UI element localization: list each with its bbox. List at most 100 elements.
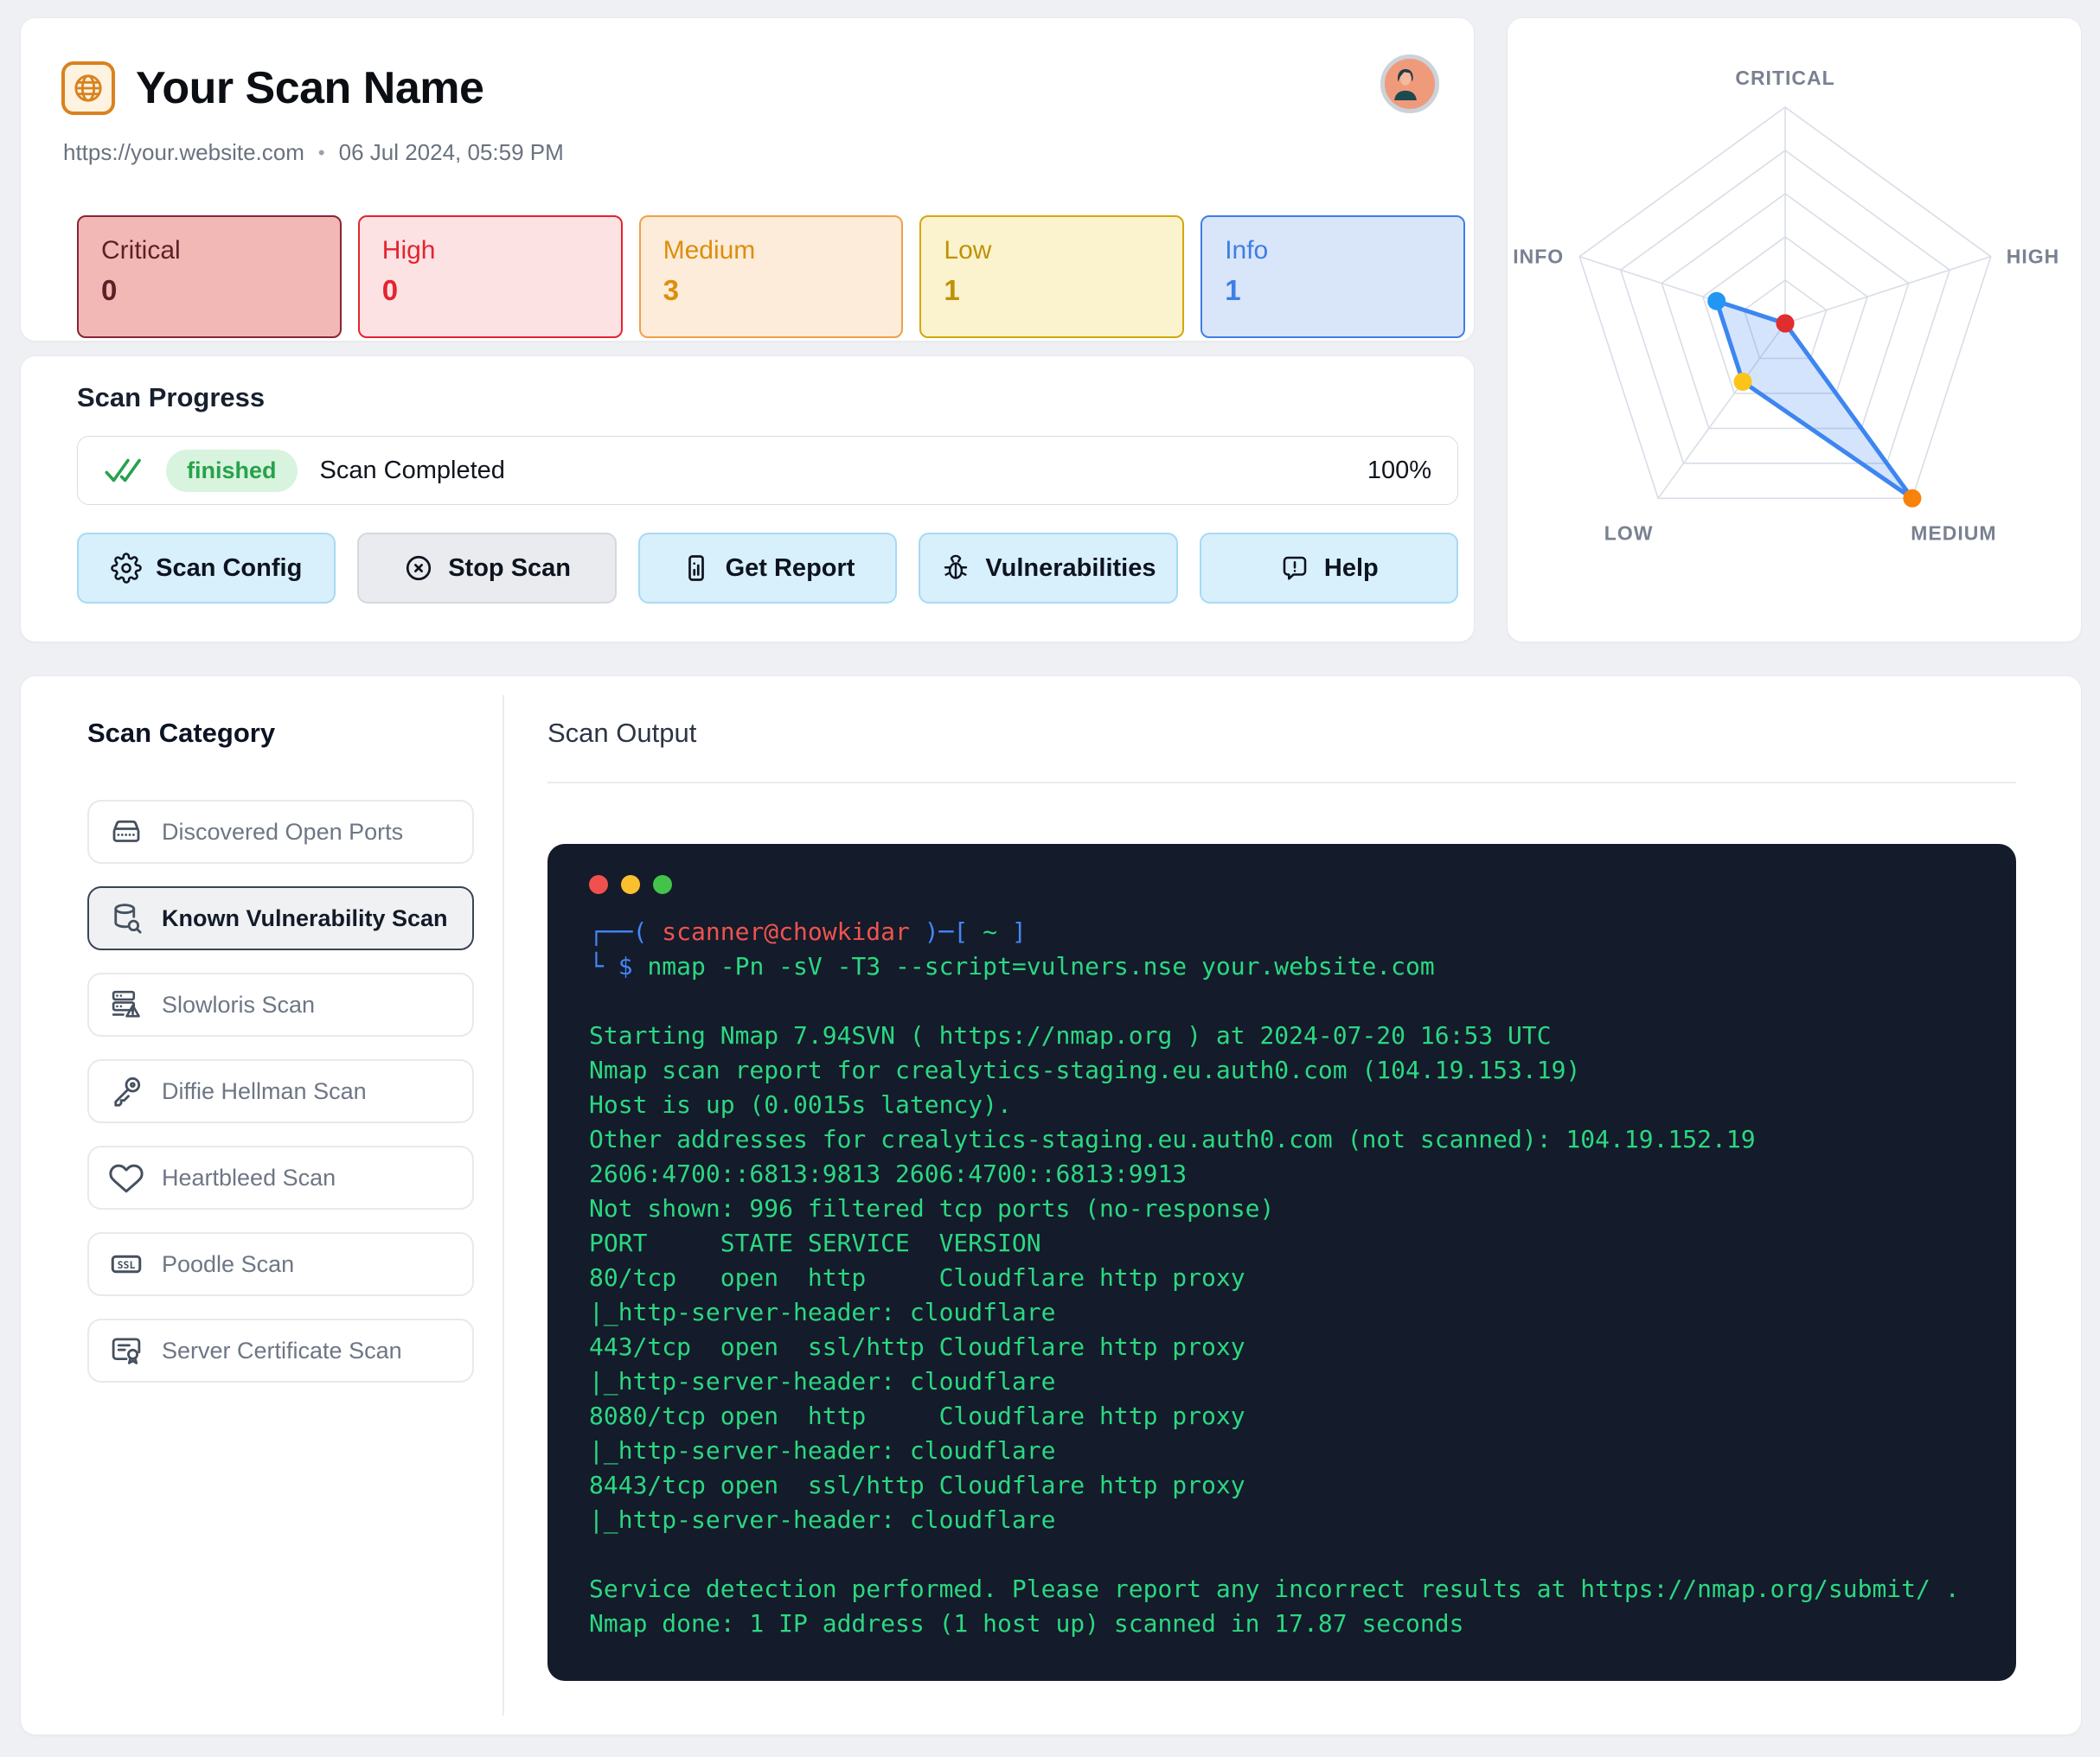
category-item-poodle-scan[interactable]: SSL Poodle Scan: [87, 1232, 474, 1296]
terminal-maximize-icon[interactable]: [653, 875, 672, 894]
severity-card-info: Info 1: [1200, 215, 1465, 338]
category-item-discovered-open-ports[interactable]: Discovered Open Ports: [87, 800, 474, 864]
key-icon: [108, 1073, 144, 1109]
terminal-line: 8443/tcp open ssl/http Cloudflare http p…: [589, 1471, 1245, 1499]
terminal-line: |_http-server-header: cloudflare: [589, 1436, 1056, 1465]
button-label: Get Report: [725, 553, 855, 582]
terminal-line: |_http-server-header: cloudflare: [589, 1505, 1056, 1534]
category-label: Heartbleed Scan: [162, 1164, 336, 1191]
vertical-divider: [503, 695, 504, 1715]
button-label: Help: [1323, 553, 1379, 582]
page: { "header": { "title": "Your Scan Name",…: [0, 0, 2100, 1757]
severity-count: 1: [944, 274, 960, 306]
severity-radar-chart: CRITICAL HIGH MEDIUM LOW INFO: [1513, 67, 2060, 544]
category-label: Known Vulnerability Scan: [162, 904, 448, 931]
radar-data-polygon: [1714, 298, 1915, 501]
scan-output-heading: Scan Output: [547, 718, 697, 748]
get-report-button[interactable]: Get Report: [637, 533, 898, 604]
output-divider: [547, 782, 2016, 783]
progress-percent: 100%: [1367, 456, 1431, 484]
radar-axis-line: [1784, 255, 1992, 324]
radar-point-critical: [1776, 314, 1795, 333]
category-item-heartbleed-scan[interactable]: Heartbleed Scan: [87, 1146, 474, 1210]
vulnerabilities-button[interactable]: Vulnerabilities: [919, 533, 1178, 604]
status-text: Scan Completed: [319, 456, 505, 484]
terminal-line: Not shown: 996 filtered tcp ports (no-re…: [589, 1194, 1275, 1223]
progress-status-row: finished Scan Completed 100%: [77, 436, 1458, 505]
severity-label: Critical: [101, 236, 181, 265]
severity-label: High: [381, 236, 436, 265]
terminal-minimize-icon[interactable]: [621, 875, 640, 894]
terminal-traffic-lights: [589, 875, 1975, 894]
report-icon: [681, 553, 712, 584]
scan-category-list: Discovered Open Ports Known Vulnerability…: [87, 800, 474, 1383]
terminal-prompt-line: └ $ nmap -Pn -sV -T3 --script=vulners.ns…: [589, 952, 1435, 981]
double-check-icon: [104, 456, 144, 485]
button-label: Scan Config: [156, 553, 303, 582]
scan-category-heading: Scan Category: [87, 718, 276, 748]
terminal-close-icon[interactable]: [589, 875, 608, 894]
scan-config-button[interactable]: Scan Config: [77, 533, 336, 604]
scan-progress-card: Scan Progress finished Scan Completed 10…: [20, 355, 1475, 642]
help-icon: [1279, 553, 1310, 584]
radar-point-medium: [1903, 489, 1922, 508]
radar-axis-label-low: LOW: [1604, 521, 1654, 544]
user-avatar[interactable]: [1380, 54, 1439, 113]
progress-heading: Scan Progress: [77, 382, 266, 412]
category-item-known-vulnerability-scan[interactable]: Known Vulnerability Scan: [87, 886, 474, 950]
terminal-line: |_http-server-header: cloudflare: [589, 1298, 1056, 1326]
radar-point-low: [1733, 372, 1752, 391]
button-label: Stop Scan: [448, 553, 572, 582]
category-label: Diffie Hellman Scan: [162, 1077, 367, 1104]
terminal-line: |_http-server-header: cloudflare: [589, 1367, 1056, 1396]
category-item-slowloris-scan[interactable]: Slowloris Scan: [87, 973, 474, 1037]
terminal-line: Nmap scan report for crealytics-staging.…: [589, 1056, 1581, 1084]
radar-axis-label-info: INFO: [1513, 246, 1564, 268]
button-label: Vulnerabilities: [985, 553, 1156, 582]
severity-card-critical: Critical 0: [77, 215, 342, 338]
terminal-line: Starting Nmap 7.94SVN ( https://nmap.org…: [589, 1021, 1552, 1050]
terminal-line: 443/tcp open ssl/http Cloudflare http pr…: [589, 1332, 1245, 1361]
terminal-prompt-line: ┌──( scanner@chowkidar )─[ ~ ]: [589, 917, 1027, 946]
status-badge: finished: [166, 449, 298, 492]
severity-count: 0: [381, 274, 399, 306]
severity-count: 3: [663, 274, 679, 306]
help-button[interactable]: Help: [1199, 533, 1459, 604]
terminal-line: 80/tcp open http Cloudflare http proxy: [589, 1263, 1245, 1292]
svg-text:SSL: SSL: [118, 1259, 136, 1271]
severity-radar-card: CRITICAL HIGH MEDIUM LOW INFO: [1507, 17, 2082, 642]
gear-icon: [111, 553, 142, 584]
globe-icon: [61, 61, 115, 115]
severity-card-low: Low 1: [919, 215, 1185, 338]
category-item-diffie-hellman-scan[interactable]: Diffie Hellman Scan: [87, 1059, 474, 1123]
heart-icon: [108, 1160, 144, 1196]
page-title: Your Scan Name: [136, 63, 484, 113]
category-item-server-certificate-scan[interactable]: Server Certificate Scan: [87, 1319, 474, 1383]
terminal-line: Other addresses for crealytics-staging.e…: [589, 1125, 1756, 1153]
radar-axis-label-high: HIGH: [2007, 246, 2060, 268]
server-warning-icon: [108, 987, 144, 1023]
stop-scan-button[interactable]: Stop Scan: [357, 533, 617, 604]
category-label: Poodle Scan: [162, 1250, 295, 1277]
severity-card-medium: Medium 3: [638, 215, 904, 338]
severity-label: Low: [944, 236, 992, 265]
severity-summary: Critical 0 High 0 Medium 3 Low 1 Info 1: [77, 215, 1465, 338]
terminal-line: Service detection performed. Please repo…: [589, 1575, 1960, 1603]
scan-url: https://your.website.com: [63, 139, 304, 165]
terminal-line: Host is up (0.0015s latency).: [589, 1090, 1012, 1119]
scan-results-card: Scan Category Discovered Open Ports Known…: [20, 675, 2082, 1735]
scan-header-card: Your Scan Name https://your.website.com …: [20, 17, 1475, 342]
severity-card-high: High 0: [357, 215, 623, 338]
terminal-body: ┌──( scanner@chowkidar )─[ ~ ] └ $ nmap -…: [589, 915, 1975, 1641]
severity-label: Medium: [663, 236, 756, 265]
severity-label: Info: [1225, 236, 1269, 265]
severity-count: 0: [101, 274, 118, 306]
terminal-window: ┌──( scanner@chowkidar )─[ ~ ] └ $ nmap -…: [547, 844, 2016, 1681]
ports-icon: [108, 814, 144, 850]
scan-actions: Scan Config Stop Scan Get Report Vulnerabil…: [77, 533, 1459, 604]
ssl-icon: SSL: [108, 1246, 144, 1282]
category-label: Slowloris Scan: [162, 991, 316, 1018]
terminal-line: 8080/tcp open http Cloudflare http proxy: [589, 1402, 1245, 1430]
